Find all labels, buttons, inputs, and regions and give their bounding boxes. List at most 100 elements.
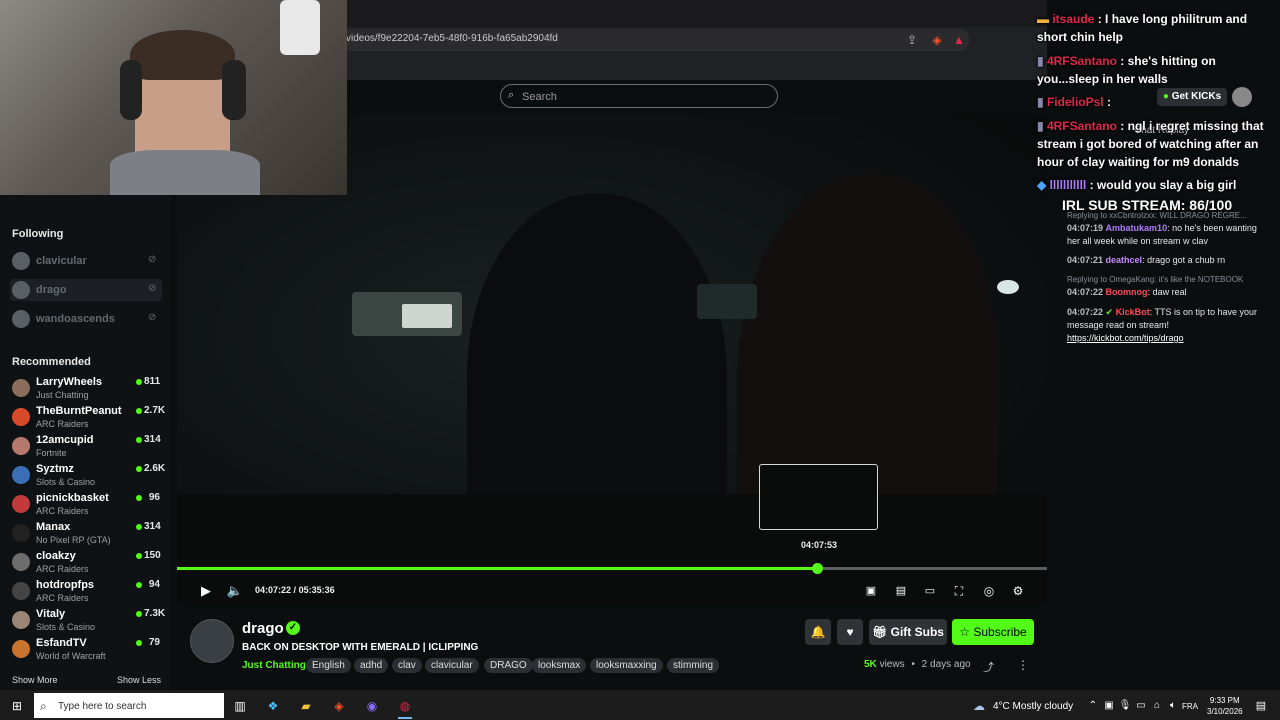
tag-clavicular[interactable]: clavicular (425, 658, 479, 673)
share-page-icon[interactable]: ⇪ (903, 31, 921, 49)
channel-category: Just Chatting (36, 390, 89, 400)
sidebar-item-cloakzy[interactable]: cloakzy ARC Raiders 150 (10, 550, 162, 576)
settings-gear-icon[interactable]: ⚙ (1009, 583, 1027, 599)
chat-link[interactable]: https://kickbot.com/tips/drago (1067, 332, 1272, 345)
time-separator: / (293, 585, 297, 595)
offline-icon: ⊘ (148, 312, 157, 323)
search-icon: ⌕ (508, 89, 515, 101)
channel-name[interactable]: drago (242, 620, 284, 637)
chat-username[interactable]: KickBot (1116, 307, 1150, 317)
tag-looksmaxxing[interactable]: looksmaxxing (590, 658, 663, 673)
file-explorer-icon[interactable]: ▰ (297, 697, 315, 715)
brave-browser-icon[interactable]: ◈ (330, 697, 348, 715)
miniplayer-icon[interactable]: ▣ (862, 583, 880, 599)
channel-category: ARC Raiders (36, 564, 89, 574)
copilot-icon[interactable]: ❖ (264, 697, 282, 715)
tag-drago[interactable]: DRAGO (484, 658, 533, 673)
sidebar-item-syztmz[interactable]: Syztmz Slots & Casino 2.6K (10, 463, 165, 489)
play-icon[interactable]: ▶ (197, 583, 215, 599)
viewer-count: 79 (148, 637, 160, 648)
channel-name: cloakzy (36, 550, 76, 562)
category-link[interactable]: Just Chatting (242, 660, 306, 671)
progress-scrubber[interactable] (812, 563, 823, 574)
chat-timestamp: 04:07:22 (1067, 287, 1104, 297)
channel-category: Fortnite (36, 448, 67, 458)
chat-text: daw real (1152, 287, 1187, 297)
system-clock[interactable]: 9:33 PM 3/10/2026 (1207, 695, 1243, 717)
sidebar-item-vitaly[interactable]: Vitaly Slots & Casino 7.3K (10, 608, 165, 634)
subscribe-label: Subscribe (973, 625, 1027, 639)
brave-rewards-icon[interactable]: ▲ (950, 31, 968, 49)
active-app-indicator (398, 717, 412, 719)
weather-text[interactable]: 4°C Mostly cloudy (993, 701, 1073, 712)
gift-subs-button[interactable]: 🎁︎ Gift Subs (869, 619, 947, 645)
show-more-link[interactable]: Show More (12, 675, 58, 685)
sidebar-item-hotdropfps[interactable]: hotdropfps ARC Raiders 94 (10, 579, 162, 605)
channel-name: hotdropfps (36, 579, 95, 591)
gift-icon: 🎁︎ (872, 625, 891, 639)
sidebar-item-clavicular[interactable]: clavicular ⊘ (10, 250, 162, 272)
sidebar-item-larrywheels[interactable]: LarryWheels Just Chatting 811 (10, 376, 162, 402)
tag-clav[interactable]: clav (392, 658, 422, 673)
sidebar-item-manax[interactable]: Manax No Pixel RP (GTA) 314 (10, 521, 162, 547)
chat-text: drago got a chub rn (1147, 255, 1226, 265)
channel-category: Slots & Casino (36, 622, 96, 632)
sidebar-item-12amcupid[interactable]: 12amcupid Fortnite 314 (10, 434, 162, 460)
avatar (12, 524, 30, 542)
clip-icon[interactable]: ▤ (892, 583, 910, 599)
fullscreen-icon[interactable]: ⛶ (950, 583, 968, 599)
live-dot-icon (136, 466, 142, 472)
avatar (12, 310, 30, 328)
follow-heart-button[interactable]: ♥ (837, 619, 863, 645)
speaker-icon[interactable]: 🔈︎ (1164, 697, 1182, 715)
channel-category: No Pixel RP (GTA) (36, 535, 111, 545)
sidebar-item-picnickbasket[interactable]: picnickbasket ARC Raiders 96 (10, 492, 162, 518)
subscribe-button[interactable]: ☆ Subscribe (952, 619, 1034, 645)
channel-avatar[interactable] (190, 619, 234, 663)
webcam-overlay (0, 0, 347, 195)
overlay-chat-line: ◆ lllllllllll : would you slay a big gir… (1037, 178, 1237, 192)
show-less-link[interactable]: Show Less (117, 675, 161, 685)
chat-username[interactable]: deathcel (1106, 255, 1143, 265)
channel-name: Vitaly (36, 608, 66, 620)
overlay-chat-line: ▮ 4RFSantano : ngl i regret missing that… (1037, 119, 1264, 169)
chat-username[interactable]: Boomnog (1106, 287, 1148, 297)
channel-category: Slots & Casino (36, 477, 96, 487)
notification-bell-button[interactable]: 🔔 (805, 619, 831, 645)
viewer-count: 811 (144, 376, 161, 387)
notification-center-icon[interactable]: ▤ (1252, 697, 1270, 715)
chat-username[interactable]: Ambatukam10 (1106, 223, 1168, 233)
sidebar-item-wandoascends[interactable]: wandoascends ⊘ (10, 308, 162, 330)
obs-icon[interactable]: ◍ (396, 697, 414, 715)
avatar (12, 466, 30, 484)
theater-mode-icon[interactable]: ▭ (921, 583, 939, 599)
sidebar-item-drago[interactable]: drago ⊘ (10, 279, 162, 301)
avatar (12, 640, 30, 658)
share-icon[interactable]: ⤴ (983, 659, 994, 675)
brave-shield-icon[interactable]: ◈ (928, 31, 946, 49)
tag-looksmax[interactable]: looksmax (532, 658, 587, 673)
more-options-icon[interactable]: ⋮ (1017, 658, 1029, 672)
tag-stimming[interactable]: stimming (667, 658, 720, 673)
seek-preview-time: 04:07:53 (801, 540, 838, 550)
volume-icon[interactable]: 🔈 (226, 583, 244, 599)
playback-speed-icon[interactable]: ◎ (980, 583, 998, 599)
verified-badge-icon: ✓ (286, 621, 300, 635)
url-text[interactable]: videos/f9e22204-7eb5-48f0-916b-fa65ab290… (346, 33, 558, 44)
bot-badge-icon: ✔ (1105, 307, 1114, 317)
avatar (12, 408, 30, 426)
offline-icon: ⊘ (148, 254, 157, 265)
sidebar-item-esfandtv[interactable]: EsfandTV World of Warcraft 79 (10, 637, 162, 663)
discord-icon[interactable]: ◉ (363, 697, 381, 715)
sidebar-item-theburntpeanut[interactable]: TheBurntPeanut ARC Raiders 2.7K (10, 405, 165, 431)
viewer-count: 150 (144, 550, 161, 561)
tag-english[interactable]: English (306, 658, 351, 673)
input-language[interactable]: FRA (1182, 702, 1198, 711)
badge-icon: ▮ (1037, 119, 1047, 133)
channel-category: ARC Raiders (36, 506, 89, 516)
chat-timestamp: 04:07:21 (1067, 255, 1104, 265)
tag-adhd[interactable]: adhd (354, 658, 389, 673)
avatar (12, 582, 30, 600)
task-view-icon[interactable]: ▥ (231, 697, 249, 715)
windows-start-icon[interactable]: ⊞ (8, 697, 26, 715)
